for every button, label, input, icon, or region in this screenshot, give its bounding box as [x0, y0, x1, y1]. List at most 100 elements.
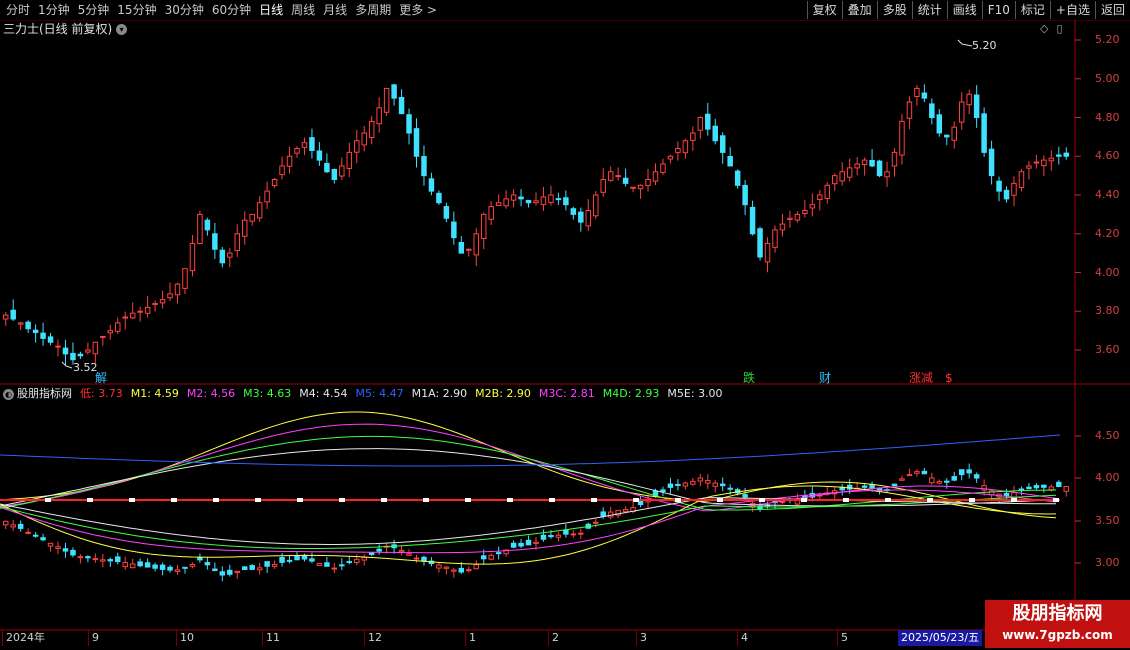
event-marker[interactable]: $ — [944, 372, 954, 385]
indicator-candle-body — [10, 524, 16, 528]
candle-body — [817, 194, 823, 201]
event-marker[interactable]: 涨减 — [908, 372, 934, 385]
indicator-candle-body — [488, 554, 494, 560]
candle-body — [339, 165, 345, 177]
level-mark — [171, 498, 177, 502]
candle-body — [637, 184, 644, 190]
candle-body — [966, 93, 972, 106]
event-marker[interactable]: 财 — [818, 372, 832, 385]
candle-body — [861, 159, 868, 166]
indicator-candle-body — [473, 564, 479, 570]
indicator-candle-body — [443, 566, 450, 569]
low-marker — [61, 361, 73, 369]
candle-body — [167, 293, 173, 299]
indicator-candle-body — [622, 508, 629, 513]
candle-body — [518, 196, 524, 200]
event-marker[interactable]: 跌 — [742, 372, 756, 385]
candle-body — [85, 349, 91, 353]
candle-body — [40, 332, 46, 339]
indicator-candle-body — [1063, 486, 1070, 492]
indicator-candle-body — [570, 533, 577, 536]
indicator-candle-body — [122, 562, 128, 568]
candle-body — [675, 148, 681, 154]
indicator-candle-body — [197, 557, 203, 561]
candle-body — [25, 321, 31, 330]
indicator-candle-body — [451, 569, 457, 572]
candle-body — [936, 114, 943, 134]
candle-body — [846, 167, 853, 178]
indicator-candle-body — [167, 566, 173, 571]
level-mark — [213, 498, 219, 502]
indicator-candle-body — [77, 556, 84, 559]
indicator-candle-body — [660, 489, 666, 493]
candle-body — [144, 306, 151, 314]
candle-body — [652, 171, 659, 182]
candle-body — [869, 160, 875, 167]
indicator-candle-body — [675, 483, 681, 486]
indicator-candle-body — [690, 480, 696, 485]
indicator-toggle-icon[interactable]: ◐ — [3, 388, 14, 400]
candle-body — [794, 213, 801, 221]
price-label: 4.20 — [1095, 226, 1120, 240]
indicator-name[interactable]: 股朋指标网 — [17, 386, 72, 402]
indicator-candle-body — [115, 556, 121, 563]
indicator-candle-body — [1056, 481, 1062, 487]
indicator-candle-body — [891, 483, 898, 487]
indicator-candle-body — [17, 523, 24, 529]
indicator-candle-body — [55, 546, 61, 549]
indicator-value: M1: 4.59 — [130, 387, 179, 400]
high-price-label: 5.20 — [972, 39, 997, 52]
price-label: 3.60 — [1095, 343, 1120, 356]
level-mark — [927, 498, 933, 502]
candle-body — [1026, 165, 1032, 169]
candle-body — [55, 345, 61, 348]
indicator-candle-body — [256, 567, 263, 571]
level-mark — [885, 498, 891, 502]
indicator-value: 低: 3.73 — [80, 387, 123, 400]
level-mark — [339, 498, 345, 502]
indicator-candle-body — [241, 566, 248, 571]
chart-canvas[interactable] — [0, 0, 1130, 650]
high-marker — [957, 39, 973, 47]
level-mark — [423, 498, 429, 502]
candle-body — [809, 204, 816, 209]
indicator-price-label: 4.00 — [1095, 471, 1120, 484]
indicator-value: M4: 4.54 — [299, 387, 348, 400]
level-mark — [549, 498, 555, 502]
candle-body — [906, 101, 913, 119]
candle-body — [100, 335, 106, 338]
candle-body — [705, 113, 711, 130]
date-tick-label: 10 — [176, 630, 194, 646]
candle-body — [391, 84, 397, 99]
candle-body — [428, 178, 435, 192]
level-mark — [129, 498, 135, 502]
indicator-candle-body — [32, 534, 39, 537]
candle-body — [510, 194, 517, 201]
candle-body — [1011, 182, 1017, 196]
price-label: 3.80 — [1095, 304, 1120, 318]
event-marker[interactable]: 解 — [94, 372, 108, 385]
candle-body — [824, 184, 831, 199]
level-mark — [801, 498, 807, 502]
candle-body — [309, 137, 315, 151]
indicator-candle-body — [279, 556, 285, 563]
candle-body — [1048, 157, 1055, 162]
candle-body — [884, 171, 890, 178]
candle-body — [286, 155, 293, 167]
indicator-candle-body — [70, 549, 76, 556]
indicator-candle-body — [331, 567, 338, 570]
indicator-candle-body — [563, 529, 569, 535]
indicator-values: 低: 3.73 M1: 4.59 M2: 4.56 M3: 4.63 M4: 4.54 M… — [80, 386, 731, 402]
candle-body — [525, 199, 532, 204]
candle-body — [1041, 159, 1047, 167]
indicator-candle-body — [540, 534, 547, 540]
level-mark — [381, 498, 387, 502]
candle-body — [682, 140, 689, 154]
candle-body — [996, 180, 1002, 192]
date-tick-label: 9 — [88, 630, 99, 646]
level-mark — [633, 498, 639, 502]
candle-body — [1056, 154, 1062, 157]
candle-body — [107, 330, 114, 334]
indicator-candle-body — [62, 548, 69, 552]
candle-body — [1003, 189, 1010, 200]
